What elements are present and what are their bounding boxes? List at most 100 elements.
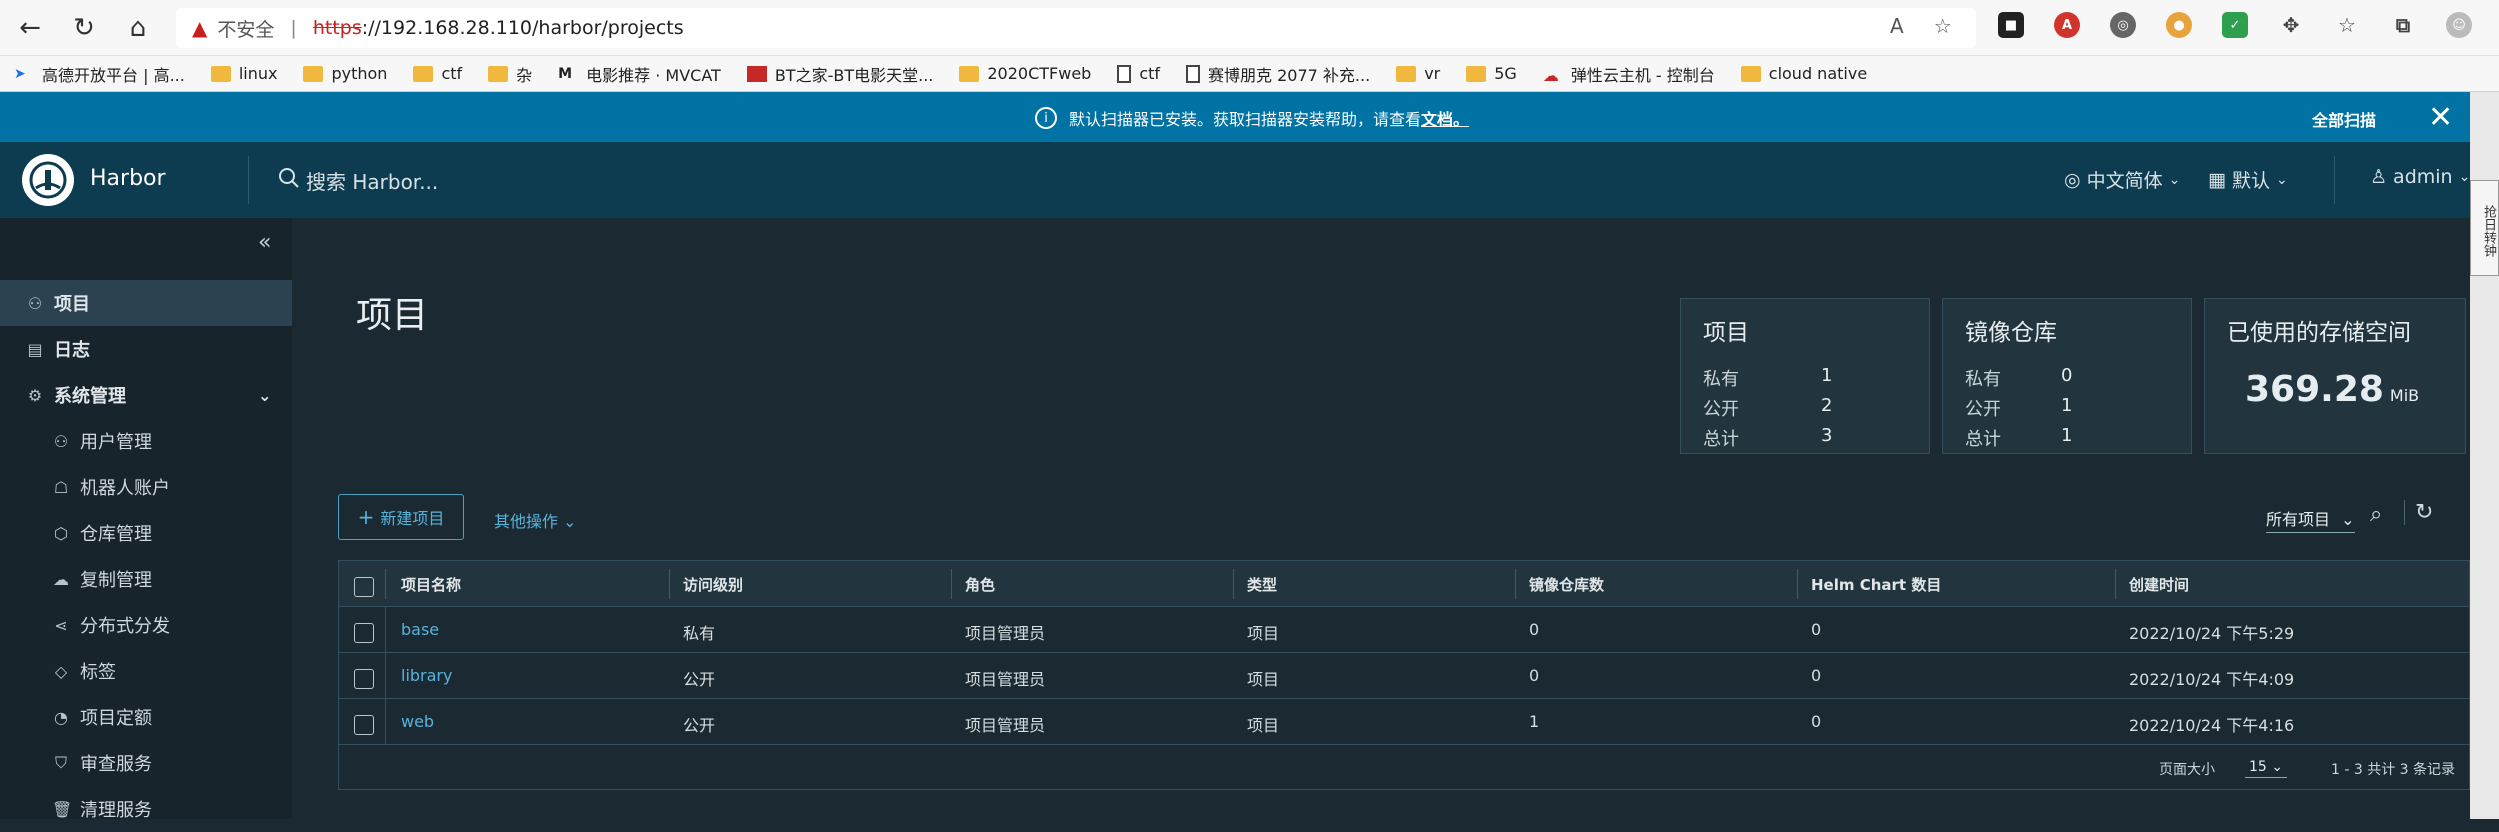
- bookmark-item[interactable]: BT之家-BT电影天堂...: [746, 62, 933, 86]
- close-icon[interactable]: ✕: [2428, 100, 2453, 135]
- puzzle-icon[interactable]: ✥: [2278, 12, 2304, 38]
- bookmark-item[interactable]: 赛博朋克 2077 补充...: [1186, 62, 1370, 86]
- bookmark-folder[interactable]: linux: [210, 64, 277, 83]
- card-title: 项目: [1703, 320, 1749, 346]
- global-search[interactable]: 搜索 Harbor...: [278, 166, 438, 195]
- back-arrow-icon[interactable]: ←: [6, 4, 54, 52]
- sidebar-item-quotas[interactable]: ◔ 项目定额: [0, 694, 292, 740]
- scanner-banner: i 默认扫描器已安装。获取扫描器安装帮助，请查看 文档。 全部扫描 ✕: [0, 92, 2499, 142]
- table-header-row: 项目名称 访问级别 角色 类型 镜像仓库数 Helm Chart 数目 创建时间: [339, 561, 2469, 607]
- warning-icon: ▲: [192, 16, 208, 40]
- page-size-select[interactable]: 15 ⌄: [2245, 759, 2288, 778]
- column-header[interactable]: 镜像仓库数: [1529, 574, 1604, 595]
- bookmark-folder[interactable]: cloud native: [1740, 64, 1867, 83]
- bookmark-folder[interactable]: ctf: [413, 64, 462, 83]
- row-divider: [385, 699, 386, 745]
- chevron-down-icon: ⌄: [258, 385, 272, 405]
- sidebar-item-robot-accounts[interactable]: ☖ 机器人账户: [0, 464, 292, 510]
- row-checkbox[interactable]: [354, 669, 374, 689]
- calendar-icon: ▦: [2208, 168, 2226, 191]
- search-icon: [278, 167, 300, 194]
- folder-icon: [488, 65, 509, 82]
- bookmark-item[interactable]: M 电影推荐 · MVCAT: [558, 62, 721, 86]
- user-menu[interactable]: ♙ admin ⌄: [2370, 166, 2470, 188]
- address-bar[interactable]: ▲ 不安全 | https ://192.168.28.110/harbor/p…: [176, 8, 1976, 48]
- bookmark-folder[interactable]: 杂: [488, 62, 532, 86]
- creation-time: 2022/10/24 下午5:29: [2129, 624, 2295, 643]
- project-name-link[interactable]: web: [401, 712, 434, 731]
- insecure-label: 不安全: [217, 18, 275, 41]
- bookmark-folder[interactable]: 2020CTFweb: [959, 64, 1091, 83]
- sidebar-item-registries[interactable]: ⬡ 仓库管理: [0, 510, 292, 556]
- project-name-link[interactable]: base: [401, 620, 439, 639]
- row-checkbox[interactable]: [354, 623, 374, 643]
- datetime-format-menu[interactable]: ▦ 默认 ⌄: [2208, 166, 2288, 193]
- sidebar-item-administration[interactable]: ⚙ 系统管理 ⌄: [0, 372, 292, 418]
- globe-icon: ◎: [2064, 168, 2081, 191]
- repositories-summary-card: 镜像仓库 私有 0 公开 1 总计 1: [1942, 298, 2192, 454]
- bookmark-folder[interactable]: python: [303, 64, 387, 83]
- sidebar-item-logs[interactable]: ▤ 日志: [0, 326, 292, 372]
- project-name-link[interactable]: library: [401, 666, 452, 685]
- bookmark-item[interactable]: ctf: [1117, 64, 1160, 83]
- bookmark-item[interactable]: ➤ 高德开放平台 | 高...: [14, 62, 185, 86]
- extension-icon[interactable]: ●: [2166, 12, 2192, 38]
- favorite-star-icon[interactable]: ☆: [1934, 14, 1952, 38]
- bookmark-item[interactable]: ☁ 弹性云主机 - 控制台: [1543, 62, 1715, 86]
- document-icon: [1117, 64, 1132, 83]
- select-all-checkbox[interactable]: [354, 577, 374, 597]
- row-checkbox[interactable]: [354, 715, 374, 735]
- home-icon[interactable]: ⌂: [114, 4, 162, 52]
- column-header[interactable]: Helm Chart 数目: [1811, 574, 1941, 595]
- docs-link[interactable]: 文档。: [1421, 106, 1469, 130]
- shield-extension-icon[interactable]: ✓: [2222, 12, 2248, 38]
- collections-icon[interactable]: ⧉: [2390, 12, 2416, 38]
- bookmark-label: 杂: [516, 65, 533, 85]
- search-input[interactable]: 搜索 Harbor...: [306, 166, 438, 195]
- chevron-down-icon: ⌄: [2341, 510, 2355, 529]
- harbor-logo-icon[interactable]: [22, 154, 74, 206]
- column-header[interactable]: 项目名称: [401, 574, 461, 595]
- language-menu[interactable]: ◎ 中文简体 ⌄: [2064, 166, 2180, 193]
- bookmark-label: 2020CTFweb: [987, 64, 1092, 83]
- pagination-total: 1 - 3 共计 3 条记录: [2331, 762, 2456, 778]
- bookmark-folder[interactable]: 5G: [1466, 64, 1517, 83]
- sidebar-item-distributions[interactable]: ⋖ 分布式分发: [0, 602, 292, 648]
- side-tab[interactable]: 抢日转钟: [2470, 180, 2499, 276]
- project-filter-select[interactable]: 所有项目 ⌄: [2266, 506, 2355, 533]
- access-level: 公开: [683, 716, 716, 735]
- bookmark-folder[interactable]: vr: [1396, 64, 1440, 83]
- sidebar-item-users[interactable]: ⚇ 用户管理: [0, 418, 292, 464]
- reload-icon[interactable]: ↻: [60, 4, 108, 52]
- repo-count: 0: [1529, 620, 1540, 639]
- column-header[interactable]: 类型: [1247, 574, 1277, 595]
- column-header[interactable]: 角色: [965, 574, 995, 595]
- scan-all-button[interactable]: 全部扫描: [2312, 107, 2376, 131]
- extension-icon[interactable]: ■: [1998, 12, 2024, 38]
- sidebar-item-projects[interactable]: ⚇ 项目: [0, 280, 292, 326]
- extension-icon[interactable]: ◎: [2110, 12, 2136, 38]
- sidebar-item-clean-up[interactable]: 🗑 清理服务: [0, 786, 292, 832]
- adblock-icon[interactable]: A: [2054, 12, 2080, 38]
- column-header[interactable]: 创建时间: [2129, 574, 2189, 595]
- sidebar-item-labels[interactable]: ◇ 标签: [0, 648, 292, 694]
- sidebar-item-interrogation-services[interactable]: ⛉ 审查服务: [0, 740, 292, 786]
- folder-icon: [1396, 65, 1417, 82]
- favorites-icon[interactable]: ☆: [2334, 12, 2360, 38]
- sidebar-item-label: 日志: [54, 340, 90, 361]
- chevron-down-icon: ⌄: [563, 512, 577, 531]
- new-project-button[interactable]: + 新建项目: [338, 494, 464, 540]
- collapse-sidebar-icon[interactable]: «: [258, 230, 271, 255]
- distribution-icon: ⋖: [54, 615, 68, 635]
- datetime-format-label: 默认: [2231, 170, 2270, 192]
- profile-avatar-icon[interactable]: ☺: [2446, 12, 2472, 38]
- sidebar-item-replications[interactable]: ☁ 复制管理: [0, 556, 292, 602]
- read-aloud-icon[interactable]: A: [1890, 14, 1904, 38]
- bookmark-label: ctf: [1139, 64, 1161, 83]
- refresh-icon[interactable]: ↻: [2404, 500, 2433, 525]
- brand-name[interactable]: Harbor: [90, 166, 166, 191]
- other-operations-dropdown[interactable]: 其他操作 ⌄: [494, 508, 577, 532]
- search-icon[interactable]: ⌕: [2370, 502, 2382, 527]
- column-header[interactable]: 访问级别: [683, 574, 743, 595]
- chevron-down-icon: ⌄: [2275, 171, 2288, 188]
